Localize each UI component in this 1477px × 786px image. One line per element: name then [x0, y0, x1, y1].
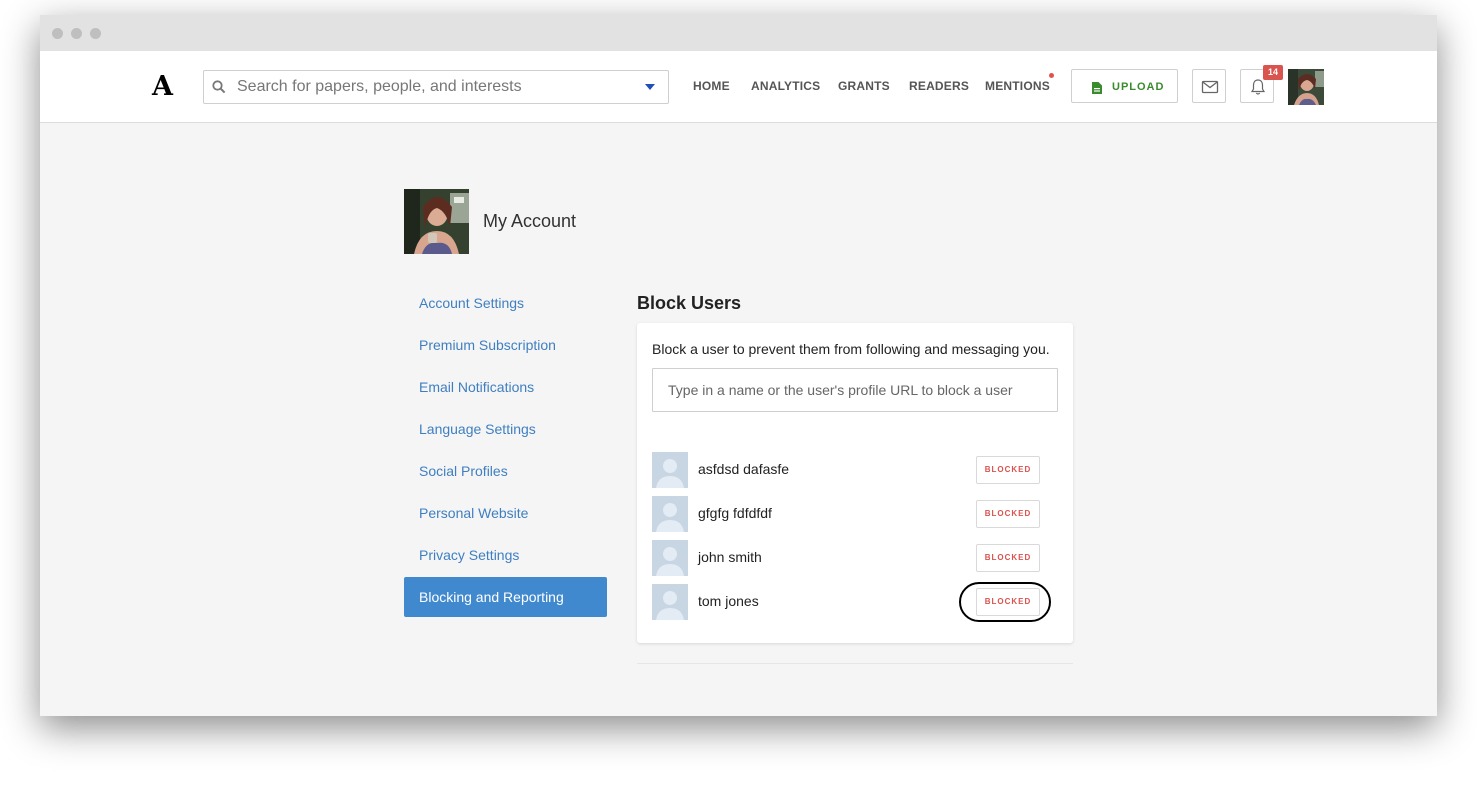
upload-button[interactable]: UPLOAD [1071, 69, 1178, 103]
section-divider [637, 663, 1073, 664]
file-icon [1092, 81, 1102, 99]
block-users-description: Block a user to prevent them from follow… [652, 341, 1050, 357]
nav-link-analytics[interactable]: ANALYTICS [751, 79, 820, 93]
blocked-user-name[interactable]: john smith [698, 549, 762, 565]
blocked-user-row: john smith BLOCKED [652, 540, 1058, 576]
bell-icon [1250, 79, 1266, 95]
window-minimize-dot[interactable] [71, 28, 82, 39]
search-input[interactable] [237, 75, 632, 99]
window-close-dot[interactable] [52, 28, 63, 39]
default-avatar-icon [652, 452, 688, 488]
nav-link-mentions[interactable]: MENTIONS [985, 79, 1050, 93]
nav-link-readers[interactable]: READERS [909, 79, 969, 93]
nav-link-home[interactable]: HOME [693, 79, 730, 93]
blocked-user-name[interactable]: asfdsd dafasfe [698, 461, 789, 477]
nav-link-grants[interactable]: GRANTS [838, 79, 890, 93]
site-logo[interactable]: A [152, 71, 173, 102]
user-avatar[interactable] [1288, 69, 1324, 105]
browser-window: A HOME ANALYTICS GRANTS READERS MENTIONS [40, 15, 1437, 716]
window-maximize-dot[interactable] [90, 28, 101, 39]
blocked-user-name[interactable]: gfgfg fdfdfdf [698, 505, 772, 521]
window-titlebar [40, 15, 1437, 51]
notification-count-badge: 14 [1263, 65, 1283, 80]
default-avatar-icon [652, 496, 688, 532]
envelope-icon [1201, 80, 1219, 94]
sidebar-item-account-settings[interactable]: Account Settings [404, 283, 607, 323]
sidebar-item-premium-subscription[interactable]: Premium Subscription [404, 325, 607, 365]
blocked-button[interactable]: BLOCKED [976, 544, 1040, 572]
section-title: Block Users [637, 293, 742, 313]
account-profile-photo [404, 189, 469, 254]
page-title: My Account [483, 211, 577, 231]
blocked-user-row: asfdsd dafasfe BLOCKED [652, 452, 1058, 488]
sidebar-item-language-settings[interactable]: Language Settings [404, 409, 607, 449]
blocked-user-name[interactable]: tom jones [698, 593, 759, 609]
mentions-unread-dot [1049, 73, 1054, 78]
settings-sidebar: Account Settings Premium Subscription Em… [404, 283, 607, 619]
sidebar-item-privacy-settings[interactable]: Privacy Settings [404, 535, 607, 575]
default-avatar-icon [652, 584, 688, 620]
blocked-user-row: tom jones BLOCKED [652, 582, 1058, 622]
sidebar-item-email-notifications[interactable]: Email Notifications [404, 367, 607, 407]
sidebar-item-social-profiles[interactable]: Social Profiles [404, 451, 607, 491]
blocked-user-row: gfgfg fdfdfdf BLOCKED [652, 496, 1058, 532]
search-box[interactable] [203, 70, 669, 104]
block-user-input[interactable] [652, 368, 1058, 412]
caret-down-icon[interactable] [645, 84, 655, 90]
block-users-card: Block a user to prevent them from follow… [637, 323, 1073, 643]
default-avatar-icon [652, 540, 688, 576]
upload-label: UPLOAD [1112, 81, 1165, 93]
search-icon [212, 80, 226, 99]
sidebar-item-blocking-and-reporting[interactable]: Blocking and Reporting [404, 577, 607, 617]
blocked-button[interactable]: BLOCKED [976, 588, 1040, 616]
sidebar-item-personal-website[interactable]: Personal Website [404, 493, 607, 533]
messages-button[interactable] [1192, 69, 1226, 103]
blocked-button[interactable]: BLOCKED [976, 456, 1040, 484]
blocked-button[interactable]: BLOCKED [976, 500, 1040, 528]
top-navbar: A HOME ANALYTICS GRANTS READERS MENTIONS [40, 51, 1437, 123]
